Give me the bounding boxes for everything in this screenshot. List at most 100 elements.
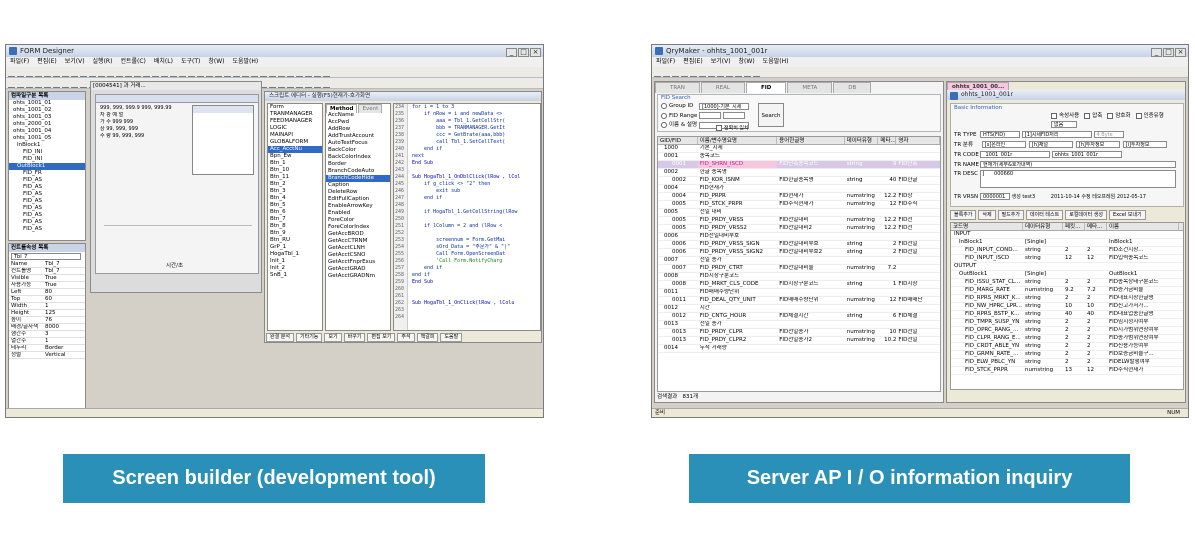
io-table-row[interactable]: INPUT [951,231,1183,239]
method-item[interactable]: GetAcctGRAD [326,266,390,273]
fid-table-row[interactable]: 0001 FID_SHRN_ISCD FID단축종목코드 string 9 FID단축 [658,161,940,169]
method-item[interactable]: GetAcctGRADNm [326,273,390,280]
io-table-row[interactable]: FID_CLPR_RANG_E... string 2 2 FID종가범위연장여부 [951,335,1183,343]
method-item[interactable]: GetAcctCSNO [326,252,390,259]
fid-table-row[interactable]: 0012 FID_CNTG_HOUR FID체결시간 string 6 FID체결 [658,313,940,321]
fid-table-row[interactable]: 0004 FID현재가 [658,185,940,193]
fid-table-row[interactable]: 0006 FID_PRDY_VRSS_SIGN FID전일대비부호 string 2 FI… [658,241,940,249]
toolbar-button-icon[interactable] [296,87,303,88]
fid-table-row[interactable]: 0011 FID_DEAL_QTY_UNIT FID매매수량단위 numstring 1… [658,297,940,305]
code-line[interactable]: if lColumn = 2 and (lRow < [409,223,540,230]
property-row[interactable]: 배경/글자색 8000 [9,324,85,331]
code-line[interactable]: end if [409,146,540,153]
property-row[interactable]: 열간수 1 [9,338,85,345]
property-row[interactable]: Top 60 [9,296,85,303]
menu-item[interactable]: 파일(F) [10,58,29,65]
tab-db[interactable]: DB [833,82,872,93]
toolbar-button-icon[interactable] [726,76,733,77]
control-item[interactable]: GrP_1 [268,244,322,251]
method-item[interactable]: Border [326,161,390,168]
code-editor[interactable]: 234 235 236 237 238 239 240 241 242 243 244 245 246 2… [393,103,541,331]
script-toolbar-button[interactable]: 바꾸기 [343,333,366,342]
property-value[interactable]: 8000 [45,324,59,330]
byte-select[interactable]: 4 Byte [1093,131,1124,138]
script-toolbar-button[interactable]: 책갈피 [416,333,439,342]
tab-real[interactable]: REAL [700,82,745,93]
control-item[interactable]: MAINAPI [268,132,322,139]
toolbar-button-icon[interactable] [708,76,715,77]
toolbar-button-icon[interactable] [690,76,697,77]
tree-item[interactable]: FID_AS [9,198,85,205]
tr-class-select[interactable]: [s]온라인 [981,141,1026,148]
control-item[interactable]: Form [268,104,322,111]
option-checkbox[interactable] [1107,112,1114,119]
property-value[interactable]: 80 [45,289,52,295]
code-line[interactable]: ccc = GetBrate(aaa,bbb) [409,132,540,139]
control-item[interactable]: Bpn_Ew [268,153,322,160]
fid-table-row[interactable]: 1000 기본_시세 [658,145,940,153]
toolbar-button-icon[interactable] [287,87,294,88]
column-header[interactable]: 코드명 [951,223,1023,230]
control-item[interactable]: Btn_3 [268,188,322,195]
code-line[interactable]: Call Form.OpenScreenDat [409,251,540,258]
fid-table-row[interactable]: 0011 FID매매수량단위 [658,289,940,297]
io-table-row[interactable]: OUTPUT [951,263,1183,271]
code-line[interactable]: End Sub [409,279,540,286]
form-canvas[interactable]: 999, 999, 999.9 999, 999.99 자 광 예 얼가 수 99… [95,94,259,274]
property-row[interactable]: Height 125 [9,310,85,317]
io-table-row[interactable]: FID_TMPR_SUSP_YN string 2 2 FID임시정지여부 [951,319,1183,327]
method-item[interactable]: ForeColorIndex [326,224,390,231]
script-toolbar-button[interactable]: 보기 [324,333,342,342]
property-value[interactable]: Border [45,345,63,351]
property-row[interactable]: 정렬 Vertical [9,352,85,359]
code-line[interactable]: if HogaTbl_1.GetCellString(lRow [409,209,540,216]
fid-table-row[interactable]: 0007 전일 종가 [658,257,940,265]
toolbar-button-icon[interactable] [681,76,688,77]
property-value[interactable]: True [45,282,57,288]
hoga-table[interactable] [192,105,254,175]
fid-table-row[interactable]: 0013 FID_PRDY_CLPR2 FID전일종가2 numstring 10.2 F… [658,337,940,345]
io-table-row[interactable]: FID_ELW_PBLC_YN string 2 2 FIDELW발행여부 [951,359,1183,367]
script-toolbar-button[interactable]: 편집 보기 [367,333,396,342]
column-header[interactable]: 메타... [1085,223,1107,230]
close-icon[interactable]: × [530,48,541,57]
tr-type-select-2[interactable]: [1]시세FID처리 [1021,131,1092,138]
toolbar-button-icon[interactable] [699,76,706,77]
column-header[interactable]: 이름/변수명요명 [698,137,778,144]
code-line[interactable] [409,202,540,209]
toolbar-button-icon[interactable] [672,76,679,77]
method-item[interactable]: GetAccCTRNM [326,238,390,245]
method-item[interactable]: AddRow [326,126,390,133]
code-line[interactable]: End Sub [409,160,540,167]
code-line[interactable]: if nRow = i and newData <> [409,111,540,118]
io-table-row[interactable]: FID_NW_HPRC_LPR... string 10 10 FID신고가저가... [951,303,1183,311]
method-item[interactable]: AutoTextFocus [326,140,390,147]
method-item[interactable]: BranchCodeAuto [326,168,390,175]
control-item[interactable]: Btn_6 [268,209,322,216]
toolbar-button-icon[interactable] [735,76,742,77]
control-item[interactable]: Btn_2 [268,181,322,188]
control-item[interactable]: SnB_1 [268,272,322,279]
io-table-row[interactable]: FID_GRMN_RATE_... string 2 2 FID보증금비율구... [951,351,1183,359]
script-toolbar-button[interactable]: 도움말 [440,333,463,342]
menu-item[interactable]: 컨트롤(C) [120,58,145,65]
menu-item[interactable]: 편집(E) [37,58,57,65]
exact-match-checkbox[interactable] [716,125,722,131]
maximize-icon[interactable]: □ [518,48,529,57]
tree-item[interactable]: ohts_1001_02 [9,107,85,114]
column-header[interactable]: 용어한글명 [777,137,845,144]
property-value[interactable]: True [45,275,57,281]
tree-item[interactable]: ohts_1001_01 [9,100,85,107]
fid-table-row[interactable]: 0005 FID_PRDY_VRSS FID전일대비 numstring 12.2 FID… [658,217,940,225]
toolbar-button-icon[interactable] [654,76,661,77]
event-tab[interactable]: Event [358,104,383,113]
code-line[interactable] [409,167,540,174]
control-item[interactable]: TRANMANAGER [268,111,322,118]
toolbar-button-icon[interactable] [269,87,276,88]
method-item[interactable]: Enabled [326,210,390,217]
fid-table-row[interactable]: 0006 FID전일대비부호 [658,233,940,241]
property-value[interactable]: Tbl_7 [45,268,60,274]
control-item[interactable]: GLOBALFORM [268,139,322,146]
option-checkbox[interactable] [1051,112,1057,119]
method-item[interactable]: BackColor [326,147,390,154]
